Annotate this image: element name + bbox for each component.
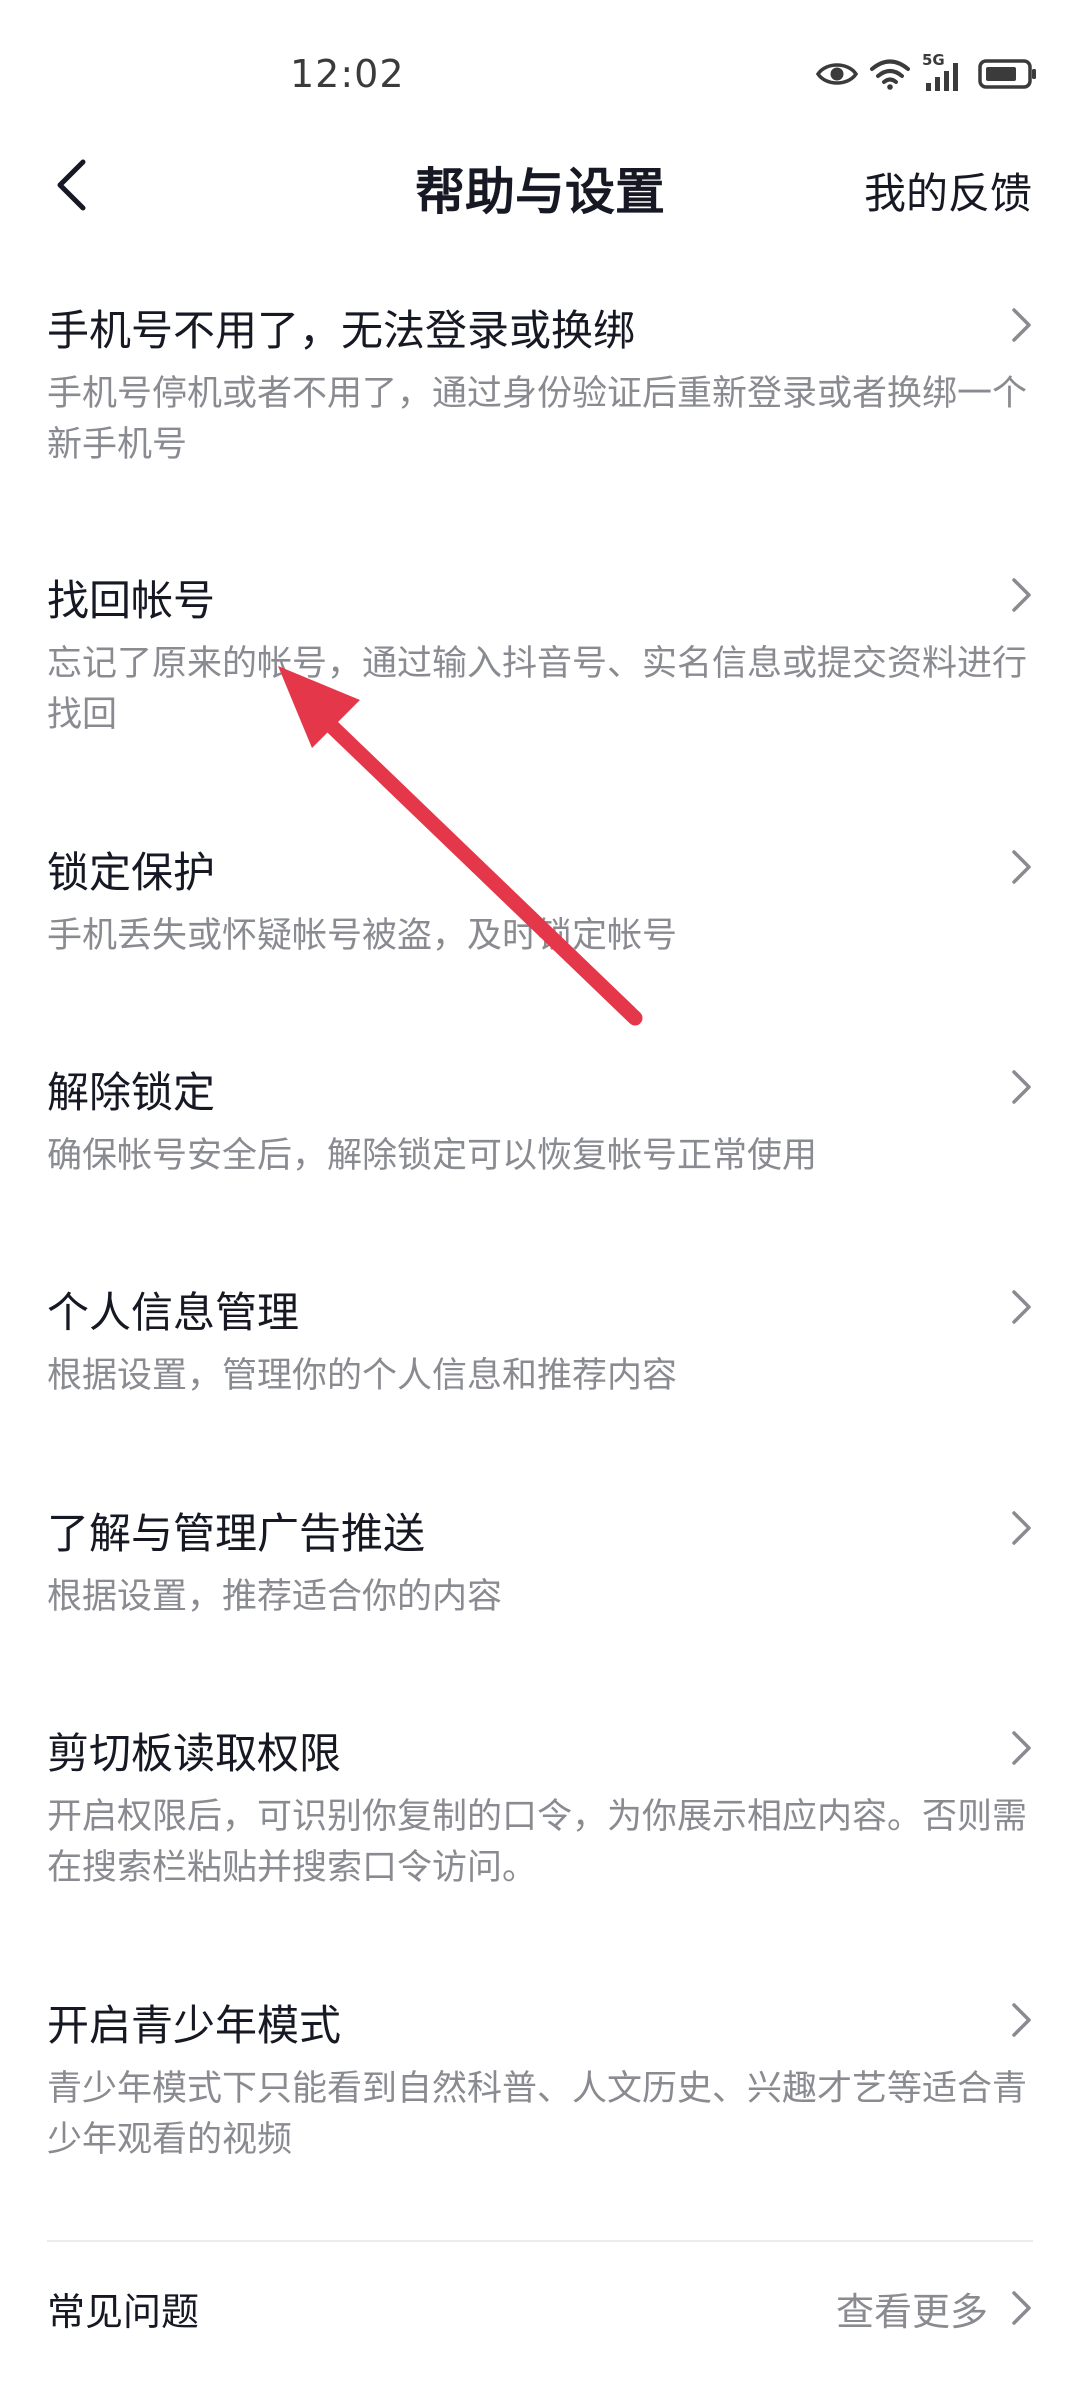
item-desc: 确保帐号安全后，解除锁定可以恢复帐号正常使用 <box>47 1136 818 1176</box>
battery-icon <box>978 59 1036 89</box>
item-desc: 根据设置，管理你的个人信息和推荐内容 <box>47 1356 678 1396</box>
item-desc: 开启权限后，可识别你复制的口令，为你展示相应内容。否则需在搜索栏粘贴并搜索口令访… <box>47 1797 1028 1888</box>
status-bar: 12:02 5G <box>0 0 1080 160</box>
signal-bars-icon <box>926 63 958 91</box>
item-title: 开启青少年模式 <box>47 2001 342 2050</box>
faq-label: 常见问题 <box>47 2290 200 2334</box>
chevron-right-icon <box>1012 1070 1031 1104</box>
item-desc: 忘记了原来的帐号，通过输入抖音号、实名信息或提交资料进行找回 <box>47 644 1028 735</box>
list-item-phone-unavailable[interactable]: 手机号不用了，无法登录或换绑 手机号停机或者不用了，通过身份验证后重新登录或者换… <box>0 280 1080 500</box>
list-item-clipboard-permission[interactable]: 剪切板读取权限 开启权限后，可识别你复制的口令，为你展示相应内容。否则需在搜索栏… <box>0 1703 1080 1923</box>
item-title: 手机号不用了，无法登录或换绑 <box>47 306 636 355</box>
chevron-right-icon <box>1012 578 1031 612</box>
chevron-right-icon <box>1012 1290 1031 1324</box>
eye-icon <box>816 63 858 85</box>
list-item-lock-protection[interactable]: 锁定保护 手机丢失或怀疑帐号被盗，及时锁定帐号 <box>0 822 1080 1002</box>
cellular-signal: 5G <box>922 51 966 93</box>
status-icons: 5G <box>816 51 1038 93</box>
item-title: 锁定保护 <box>47 848 216 897</box>
status-time: 12:02 <box>290 52 405 96</box>
item-title: 解除锁定 <box>47 1068 216 1117</box>
chevron-right-icon <box>1012 1511 1031 1545</box>
chevron-right-icon <box>1012 1731 1031 1765</box>
item-desc: 手机号停机或者不用了，通过身份验证后重新登录或者换绑一个新手机号 <box>47 374 1028 465</box>
item-desc: 青少年模式下只能看到自然科普、人文历史、兴趣才艺等适合青少年观看的视频 <box>47 2069 1028 2160</box>
list-item-personal-info[interactable]: 个人信息管理 根据设置，管理你的个人信息和推荐内容 <box>0 1262 1080 1442</box>
chevron-right-icon <box>1012 308 1031 342</box>
divider <box>47 2240 1033 2242</box>
list-item-unlock[interactable]: 解除锁定 确保帐号安全后，解除锁定可以恢复帐号正常使用 <box>0 1042 1080 1222</box>
chevron-right-icon <box>1012 850 1031 884</box>
item-desc: 根据设置，推荐适合你的内容 <box>47 1577 503 1617</box>
item-title: 了解与管理广告推送 <box>47 1509 426 1558</box>
item-desc: 手机丢失或怀疑帐号被盗，及时锁定帐号 <box>47 916 678 956</box>
list-item-teen-mode[interactable]: 开启青少年模式 青少年模式下只能看到自然科普、人文历史、兴趣才艺等适合青少年观看… <box>0 1975 1080 2195</box>
chevron-right-icon[interactable] <box>1006 2288 1036 2328</box>
nav-bar: 帮助与设置 我的反馈 <box>0 140 1080 230</box>
list-item-ad-preferences[interactable]: 了解与管理广告推送 根据设置，推荐适合你的内容 <box>0 1483 1080 1663</box>
view-more-link[interactable]: 查看更多 <box>836 2281 988 2336</box>
wifi-icon <box>870 59 910 90</box>
item-title: 个人信息管理 <box>47 1288 300 1337</box>
my-feedback-button[interactable]: 我的反馈 <box>864 160 1032 221</box>
chevron-right-icon <box>1012 2003 1031 2037</box>
item-title: 剪切板读取权限 <box>47 1729 342 1778</box>
list-item-recover-account[interactable]: 找回帐号 忘记了原来的帐号，通过输入抖音号、实名信息或提交资料进行找回 <box>0 550 1080 770</box>
item-title: 找回帐号 <box>47 576 216 625</box>
